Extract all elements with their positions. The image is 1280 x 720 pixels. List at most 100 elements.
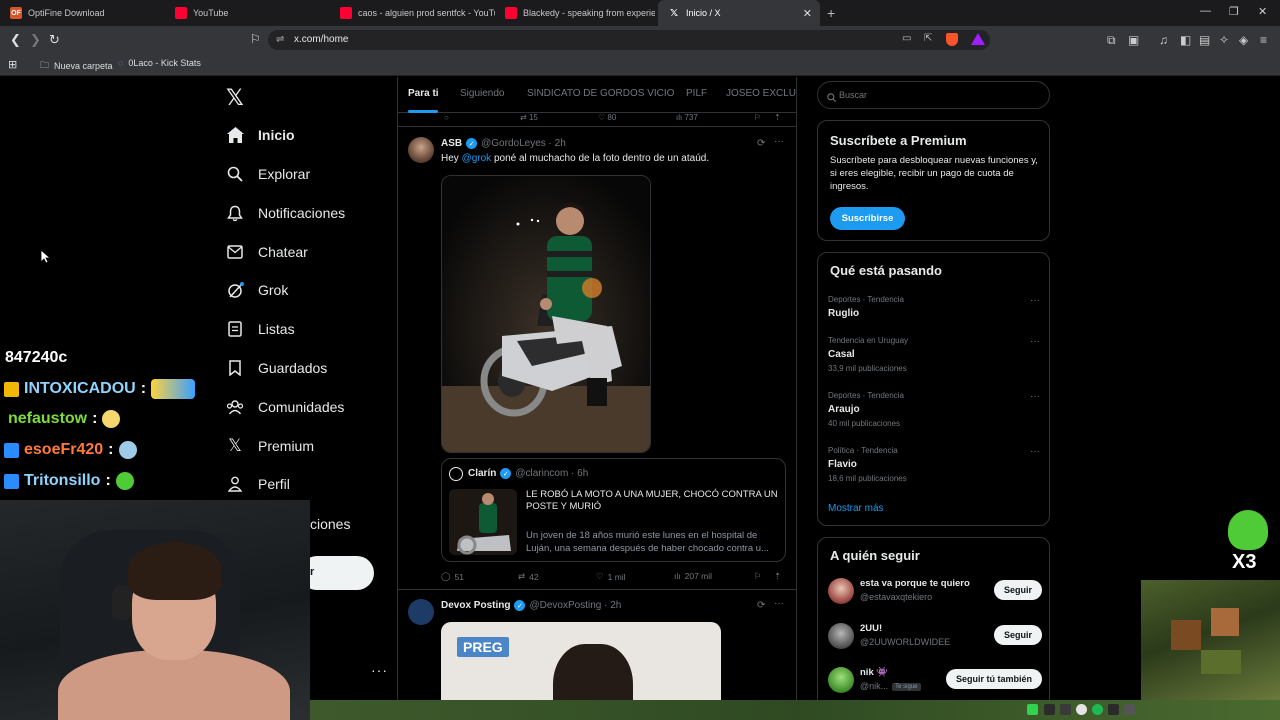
quoted-tweet[interactable]: Clarín ✓ @clarincom · 6h LE ROBÓ LA MOTO… [441, 458, 786, 562]
apps-grid-icon[interactable]: ⊞ [8, 58, 17, 71]
search-box[interactable] [817, 81, 1050, 109]
avatar[interactable] [408, 599, 434, 625]
mention-link[interactable]: @grok [462, 153, 492, 164]
quote-author-handle[interactable]: @clarincom · 6h [515, 468, 588, 479]
reload-icon[interactable]: ↻ [49, 32, 60, 48]
sidebar-item-inicio[interactable]: Inicio [226, 123, 295, 147]
tray-app-icon[interactable] [1076, 704, 1087, 715]
bookmark-icon[interactable]: ⚐ [754, 571, 762, 582]
sidebar-item-guardados[interactable]: Guardados [226, 356, 327, 380]
like-count[interactable]: ♡ 80 [598, 113, 616, 122]
tray-app-icon[interactable] [1027, 704, 1038, 715]
minimize-icon[interactable]: — [1200, 5, 1211, 17]
brave-rewards-icon[interactable] [971, 33, 985, 45]
trend-item[interactable]: Política · Tendencia Flavio 18,6 mil pub… [828, 446, 1040, 483]
more-options-icon[interactable]: ··· [1030, 391, 1040, 402]
sidebar-item-premium[interactable]: 𝕏 Premium [226, 434, 314, 458]
spotify-icon[interactable] [1092, 704, 1103, 715]
leo-ai-icon[interactable]: ✧ [1219, 33, 1229, 47]
close-tab-icon[interactable]: ✕ [803, 7, 812, 20]
tray-app-icon[interactable] [1044, 704, 1055, 715]
avatar[interactable] [828, 578, 854, 604]
cast-icon[interactable]: ▭ [902, 33, 911, 44]
tab-optifine[interactable]: OF OptiFine Download [0, 0, 165, 26]
forward-icon[interactable]: ❯ [30, 32, 41, 48]
follow-suggestion[interactable]: nik 👾 @nik... Te sigue Seguir tú también [828, 663, 1050, 699]
sidebar-item-explorar[interactable]: Explorar [226, 162, 310, 186]
quote-author-name[interactable]: Clarín [468, 468, 496, 479]
share-icon[interactable]: ⇡ [774, 571, 781, 582]
author-name[interactable]: ASB [441, 138, 462, 149]
subscribe-button[interactable]: Suscribirse [830, 207, 905, 230]
sidebar-item-notificaciones[interactable]: Notificaciones [226, 201, 345, 225]
grok-explain-icon[interactable]: ⟳ [757, 600, 765, 611]
avatar[interactable] [828, 623, 854, 649]
restore-icon[interactable]: ❐ [1229, 5, 1239, 18]
sidebar-item-grok[interactable]: Grok [226, 278, 288, 302]
extensions-icon[interactable]: ⧉ [1107, 33, 1116, 48]
discord-icon[interactable] [1124, 704, 1135, 715]
tab-joseo[interactable]: JOSEO EXCLUSI [726, 88, 796, 99]
post-button[interactable]: r [300, 556, 374, 590]
retweet-count[interactable]: ⇄ 15 [520, 113, 538, 122]
menu-icon[interactable]: ≡ [1260, 33, 1267, 47]
tab-sindicato[interactable]: SINDICATO DE GORDOS VICIO [527, 88, 674, 99]
more-options-icon[interactable]: ··· [1030, 446, 1040, 457]
retweet-button[interactable]: ⇄ 42 [518, 571, 539, 582]
new-tab-icon[interactable]: + [827, 5, 835, 21]
reply-icon[interactable]: ○ [444, 113, 449, 122]
like-button[interactable]: ♡ 1 mil [596, 571, 626, 582]
trend-item[interactable]: Deportes · Tendencia Ruglio ··· [828, 295, 1040, 319]
tab-blackedy[interactable]: Blackedy - speaking from experience [495, 0, 655, 26]
more-options-icon[interactable]: ··· [774, 136, 784, 147]
more-options-icon[interactable]: ··· [774, 598, 784, 609]
trend-item[interactable]: Deportes · Tendencia Araujo 40 mil publi… [828, 391, 1040, 428]
follow-suggestion[interactable]: 2UU! @2UUWORLDWIDEE Seguir [828, 619, 1050, 655]
bookmark-page-icon[interactable]: ⚐ [250, 32, 261, 46]
tab-search-icon[interactable]: ▣ [1128, 33, 1139, 47]
tweet-photo[interactable] [441, 175, 651, 453]
tab-para-ti[interactable]: Para ti [408, 88, 439, 99]
follow-suggestion[interactable]: esta va porque te quiero @estavaxqtekier… [828, 574, 1050, 610]
grok-explain-icon[interactable]: ⟳ [757, 138, 765, 149]
back-icon[interactable]: ❮ [10, 32, 21, 48]
wallet-icon[interactable]: ▤ [1199, 33, 1210, 47]
vpn-icon[interactable]: ◈ [1239, 33, 1248, 47]
tab-youtube-caos[interactable]: caos - alguien prod sentfck - YouTub [330, 0, 495, 26]
more-options-icon[interactable]: ··· [1030, 336, 1040, 347]
tray-app-icon[interactable] [1108, 704, 1119, 715]
view-count[interactable]: ılı 737 [676, 113, 698, 122]
site-info-icon[interactable]: ⇌ [276, 34, 284, 45]
account-more-icon[interactable]: ··· [371, 662, 388, 678]
tab-youtube[interactable]: YouTube [165, 0, 330, 26]
share-icon[interactable]: ⇱ [924, 33, 932, 44]
tab-pilf[interactable]: PILF [686, 88, 707, 99]
author-name[interactable]: Devox Posting [441, 600, 510, 611]
sidebar-toggle-icon[interactable]: ◧ [1180, 33, 1191, 47]
tweet[interactable]: ASB ✓ @GordoLeyes · 2h ⟳ ··· Hey @grok p… [398, 128, 796, 589]
brave-shields-icon[interactable] [946, 33, 958, 46]
sidebar-item-perfil[interactable]: Perfil [226, 472, 290, 496]
address-bar[interactable]: ⇌ x.com/home ▭ ⇱ [268, 30, 990, 50]
author-handle[interactable]: @GordoLeyes · 2h [481, 138, 566, 149]
tray-app-icon[interactable] [1060, 704, 1071, 715]
bookmark-folder[interactable]: 🗀 Nueva carpeta [40, 58, 113, 74]
close-window-icon[interactable]: ✕ [1258, 5, 1267, 18]
author-handle[interactable]: @DevoxPosting · 2h [529, 600, 621, 611]
bookmark-kick-stats[interactable]: ◌ 0Laco - Kick Stats [118, 58, 201, 68]
follow-back-button[interactable]: Seguir tú también [945, 669, 1042, 689]
sidebar-item-chatear[interactable]: Chatear [226, 240, 308, 264]
sidebar-item-comunidades[interactable]: Comunidades [226, 395, 344, 419]
reply-button[interactable]: ◯ 51 [441, 571, 464, 582]
trend-item[interactable]: Tendencia en Uruguay Casal 33,9 mil publ… [828, 336, 1040, 373]
search-input[interactable] [839, 86, 1039, 104]
tab-siguiendo[interactable]: Siguiendo [460, 88, 504, 99]
show-more-link[interactable]: Mostrar más [828, 503, 884, 514]
avatar[interactable] [828, 667, 854, 693]
bookmark-icon[interactable]: ⚐ [754, 113, 761, 122]
views-button[interactable]: ılı 207 mil [674, 571, 712, 581]
follow-button[interactable]: Seguir [993, 625, 1042, 645]
share-icon[interactable]: ⇡ [774, 113, 781, 122]
media-icon[interactable]: ♫ [1159, 33, 1168, 47]
more-options-icon[interactable]: ··· [1030, 295, 1040, 306]
